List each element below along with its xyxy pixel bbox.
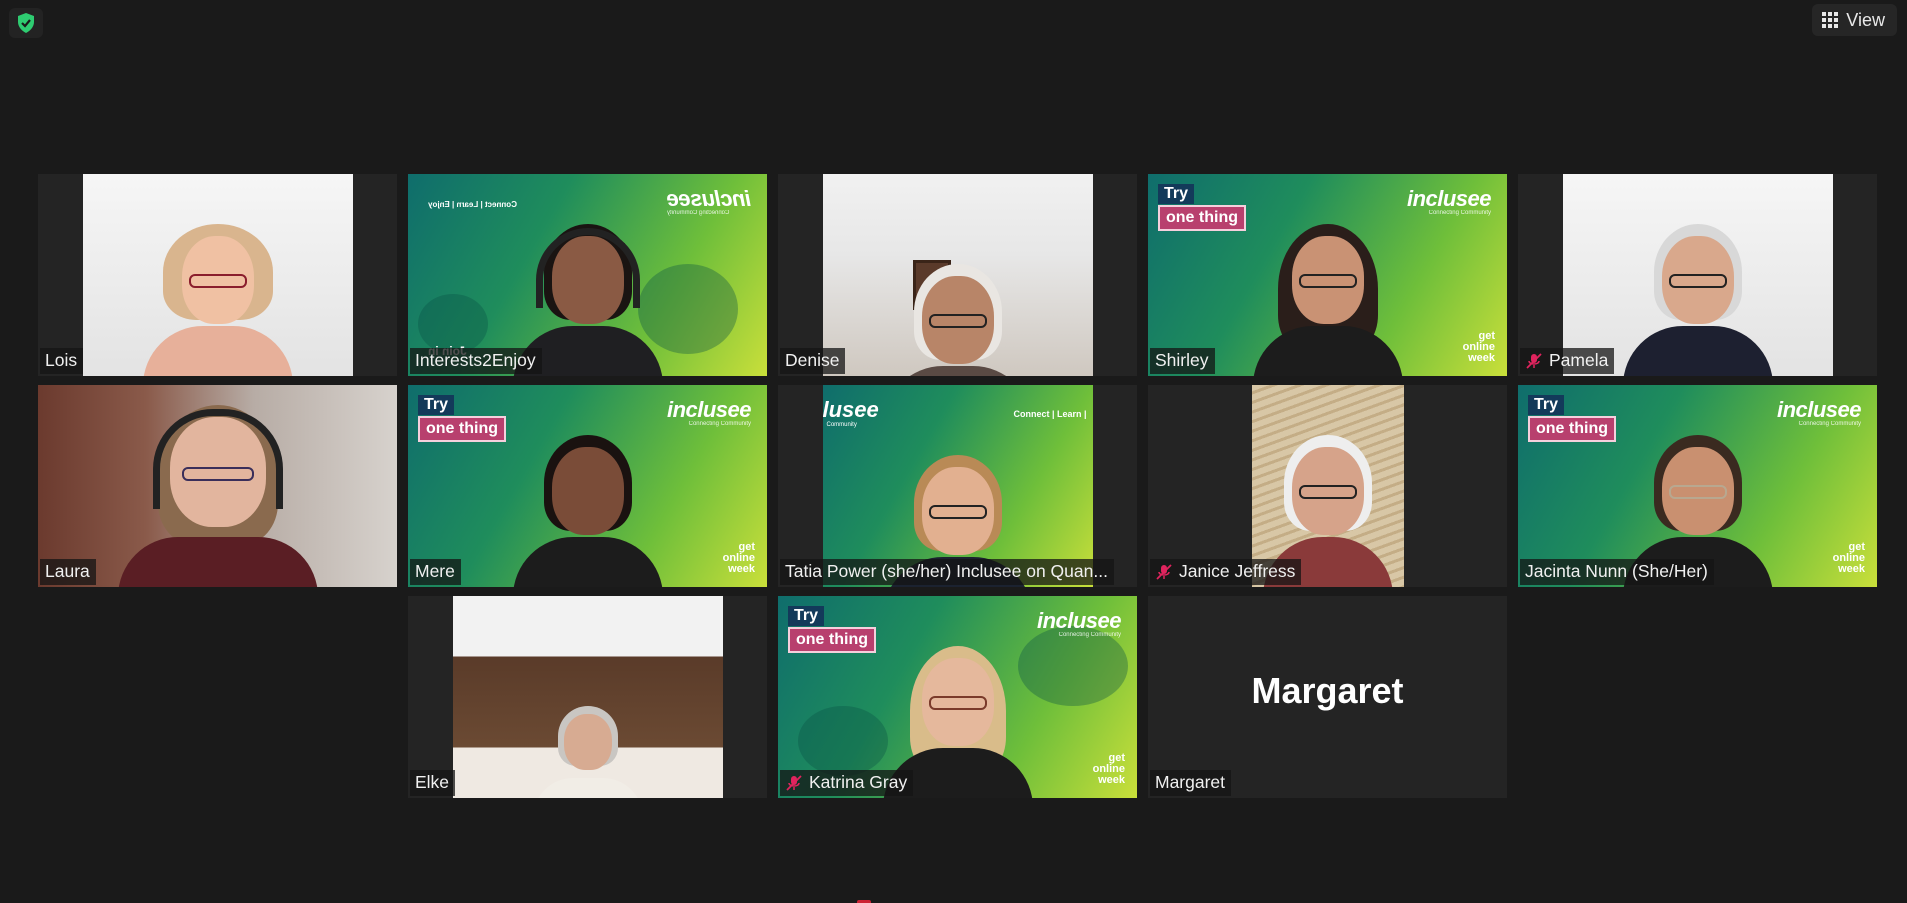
participant-name-label: Shirley [1150,348,1215,374]
participant-name-label: Margaret [1150,770,1232,796]
participant-figure [532,698,643,798]
participant-video [822,174,1093,376]
gallery-grid: Lois inclusee Connecting Community Conne… [38,174,1877,798]
participant-video: lusee Community Connect | Learn | [822,385,1093,587]
view-label: View [1846,9,1885,30]
participant-name-label: Lois [40,348,84,374]
participant-figure [142,206,293,376]
participant-tile-janice-jeffress[interactable]: Janice Jeffress [1148,385,1507,587]
try-one-thing-badge: Try one thing [1528,395,1616,442]
participant-tile-denise[interactable]: Denise [778,174,1137,376]
participant-name-label: Pamela [1520,348,1615,374]
participant-tile-lois[interactable]: Lois [38,174,397,376]
participant-name-label: Laura [40,559,96,585]
inclusee-logo: inclusee Connecting Community [1036,608,1122,638]
participant-video: Try one thing inclusee Connecting Commun… [408,385,767,587]
participant-figure [512,417,663,587]
get-online-week-logo: get online week [1462,330,1495,364]
inclusee-logo: inclusee Connecting Community [1776,397,1862,427]
inclusee-logo-mirrored: inclusee Connecting Community [666,186,751,216]
grid-icon [1822,12,1839,28]
participant-figure [882,246,1033,376]
get-online-week-logo: get online week [1092,752,1125,786]
participant-tile-elke[interactable]: Elke [408,596,767,798]
participant-tile-margaret[interactable]: Margaret Margaret [1148,596,1507,798]
participant-figure [1252,206,1403,376]
participant-figure [117,387,318,587]
participant-video [82,174,353,376]
participant-name-label: Mere [410,559,461,585]
participant-video: inclusee Connecting Community Connect | … [408,174,767,376]
video-off-name-placeholder: Margaret [1251,670,1404,711]
participant-name-label: Elke [410,770,456,796]
participant-name-label: Interests2Enjoy [410,348,542,374]
participant-name-label: Tatia Power (she/her) Inclusee on Quan..… [780,559,1114,585]
security-shield-button[interactable] [9,8,43,38]
participant-tile-interests2enjoy[interactable]: inclusee Connecting Community Connect | … [408,174,767,376]
participant-tile-mere[interactable]: Try one thing inclusee Connecting Commun… [408,385,767,587]
participant-video: Try one thing inclusee Connecting Commun… [1518,385,1877,587]
participant-name-label: Janice Jeffress [1150,559,1302,585]
participant-video [452,596,723,798]
try-one-thing-badge: Try one thing [1158,184,1246,231]
get-online-week-logo: get online week [1832,541,1865,575]
participant-video [1251,385,1404,587]
connect-text-mirrored: Connect | Learn | Enjoy [428,200,517,209]
connect-text: Connect | Learn | [1013,409,1087,419]
microphone-muted-icon [1155,563,1173,581]
try-one-thing-badge: Try one thing [788,606,876,653]
shield-check-icon [18,13,34,33]
participant-name-label: Denise [780,348,846,374]
microphone-muted-icon [785,774,803,792]
inclusee-logo-partial: lusee [822,397,879,422]
microphone-muted-icon [1525,352,1543,370]
view-button[interactable]: View [1812,4,1897,36]
participant-name-label: Jacinta Nunn (She/Her) [1520,559,1714,585]
participant-tile-shirley[interactable]: Try one thing inclusee Connecting Commun… [1148,174,1507,376]
participant-video [38,385,397,587]
participant-figure [1622,206,1773,376]
try-one-thing-badge: Try one thing [418,395,506,442]
inclusee-tagline-partial: Community [826,422,857,428]
participant-video [1562,174,1833,376]
participant-tile-pamela[interactable]: Pamela [1518,174,1877,376]
participant-tile-katrina-gray[interactable]: Try one thing inclusee Connecting Commun… [778,596,1137,798]
inclusee-logo: inclusee Connecting Community [1406,186,1492,216]
participant-video: Try one thing inclusee Connecting Commun… [1148,174,1507,376]
participant-video: Try one thing inclusee Connecting Commun… [778,596,1137,798]
inclusee-logo: inclusee Connecting Community [666,397,752,427]
get-online-week-logo: get online week [722,541,755,575]
participant-tile-jacinta-nunn[interactable]: Try one thing inclusee Connecting Commun… [1518,385,1877,587]
participant-tile-laura[interactable]: Laura [38,385,397,587]
participant-tile-tatia-power[interactable]: lusee Community Connect | Learn | Tatia … [778,385,1137,587]
participant-name-label: Katrina Gray [780,770,914,796]
